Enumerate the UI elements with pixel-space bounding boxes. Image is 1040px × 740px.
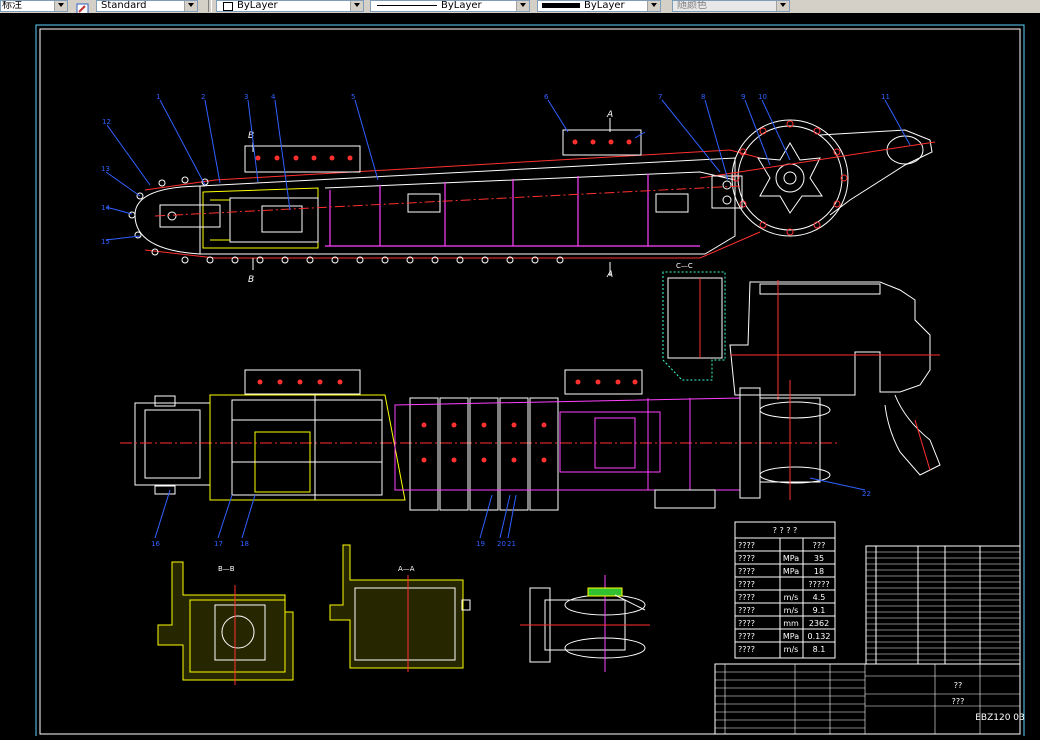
param-unit: m/s (784, 606, 799, 615)
svg-text:8: 8 (701, 93, 705, 101)
param-name: ???? (738, 606, 755, 615)
section-label-bb: B—B (218, 565, 235, 573)
param-unit: MPa (783, 554, 799, 563)
svg-text:15: 15 (101, 238, 110, 246)
cad-drawing: B B A A 1234567891011 12131415 (35, 24, 1025, 739)
section-label-a-top: A (606, 110, 613, 120)
parts-list (865, 545, 1021, 665)
param-unit: mm (783, 619, 799, 628)
svg-text:12: 12 (102, 118, 111, 126)
svg-text:3: 3 (244, 93, 248, 101)
section-label-cc: C—C (676, 262, 693, 270)
param-name: ???? (738, 645, 755, 654)
svg-text:2: 2 (201, 93, 205, 101)
plot-style-value: 随颜色 (677, 0, 707, 11)
param-name: ???? (738, 619, 755, 628)
svg-text:16: 16 (151, 540, 160, 548)
chevron-down-icon[interactable] (184, 1, 197, 11)
param-value: 8.1 (813, 645, 826, 654)
param-unit: MPa (783, 567, 799, 576)
svg-text:13: 13 (101, 165, 110, 173)
svg-text:4: 4 (271, 93, 276, 101)
cutting-arm-elevation: B B A A 1 2 3 4 5 6 7 8 9 10 11 12131415 (101, 93, 936, 285)
svg-text:7: 7 (658, 93, 662, 101)
param-name: ???? (738, 541, 755, 550)
annotation-style-value: 标注 (2, 0, 22, 11)
section-detail-view (520, 575, 650, 672)
param-value: ????? (808, 580, 829, 589)
param-value: 9.1 (813, 606, 826, 615)
param-name: ???? (738, 593, 755, 602)
svg-text:6: 6 (544, 93, 549, 101)
svg-text:20: 20 (497, 540, 506, 548)
annotation-style-dropdown[interactable]: 标注 (0, 0, 68, 12)
title-block-company: ?? (954, 681, 963, 690)
toolbar-separator (208, 0, 212, 12)
linetype-preview (377, 5, 437, 6)
param-name: ???? (738, 567, 755, 576)
color-value: ByLayer (237, 0, 278, 11)
chevron-down-icon[interactable] (647, 1, 660, 11)
param-value: 0.132 (808, 632, 831, 641)
svg-text:19: 19 (476, 540, 485, 548)
lineweight-dropdown[interactable]: ByLayer (537, 0, 661, 12)
chevron-down-icon[interactable] (54, 1, 67, 11)
param-unit: m/s (784, 593, 799, 602)
svg-text:11: 11 (881, 93, 890, 101)
section-label-b-bottom: B (248, 275, 254, 285)
plot-style-dropdown[interactable]: 随颜色 (672, 0, 790, 12)
text-style-dropdown[interactable]: Standard (96, 0, 198, 12)
chevron-down-icon[interactable] (350, 1, 363, 11)
params-table: ? ? ? ? ??????????? MPa 35???? MPa 18???????… (734, 521, 836, 659)
svg-text:21: 21 (507, 540, 516, 548)
lineweight-preview (542, 3, 580, 8)
param-name: ???? (738, 580, 755, 589)
section-label-aa: A—A (398, 565, 415, 573)
svg-text:10: 10 (758, 93, 767, 101)
param-value: 2362 (809, 619, 829, 628)
svg-text:14: 14 (101, 204, 110, 212)
color-dropdown[interactable]: ByLayer (216, 0, 364, 12)
section-label-a-bottom: A (606, 270, 613, 280)
properties-toolbar: 标注 Standard ByLayer ByLayer ByLayer 随颜色 (0, 0, 1040, 14)
chevron-down-icon[interactable] (776, 1, 789, 11)
param-unit: MPa (783, 632, 799, 641)
color-swatch (223, 2, 233, 11)
title-block-name: ??? (952, 697, 965, 706)
param-value: ??? (813, 541, 826, 550)
drawing-canvas[interactable]: B B A A 1 2 3 4 5 6 7 8 9 10 11 12 13 14 15 (0, 13, 1040, 739)
param-name: ???? (738, 554, 755, 563)
linetype-dropdown[interactable]: ByLayer (370, 0, 530, 12)
param-unit: m/s (784, 645, 799, 654)
section-aa-view: A—A (329, 544, 471, 672)
linetype-value: ByLayer (441, 0, 482, 11)
cutting-arm-plan: 16 17 18 19 20 21 22 (120, 369, 871, 548)
param-value: 4.5 (813, 593, 826, 602)
svg-text:9: 9 (741, 93, 745, 101)
lineweight-value: ByLayer (584, 0, 625, 11)
section-bb-view: B—B (157, 561, 294, 685)
text-style-icon[interactable] (75, 0, 91, 13)
svg-text:22: 22 (862, 490, 871, 498)
param-value: 18 (814, 567, 824, 576)
text-style-value: Standard (101, 0, 147, 11)
param-value: 35 (814, 554, 824, 563)
title-block: ?? ??? EBZ120 03 (714, 663, 1025, 735)
svg-text:1: 1 (156, 93, 160, 101)
svg-text:5: 5 (351, 93, 355, 101)
title-block-drawing-no: EBZ120 03 (975, 713, 1025, 723)
svg-text:17: 17 (214, 540, 223, 548)
param-name: ???? (738, 632, 755, 641)
svg-text:18: 18 (240, 540, 249, 548)
chevron-down-icon[interactable] (516, 1, 529, 11)
params-table-title: ? ? ? ? (773, 526, 798, 535)
